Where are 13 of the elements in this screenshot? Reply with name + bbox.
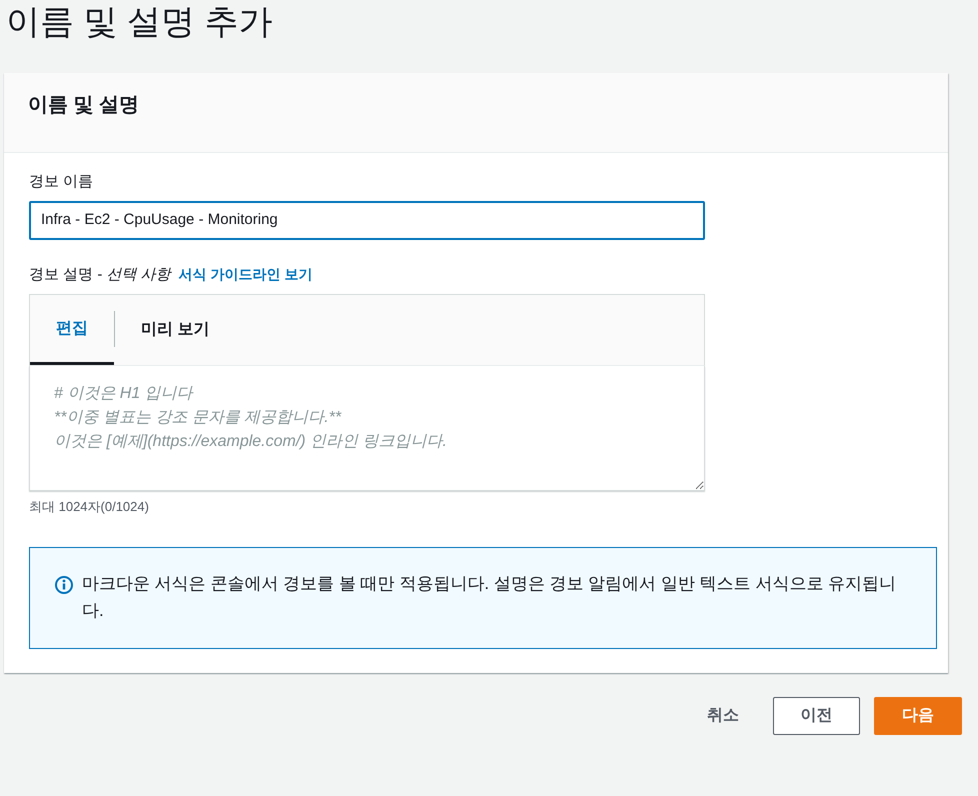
- info-message: 마크다운 서식은 콘솔에서 경보를 볼 때만 적용됩니다. 설명은 경보 알림에서 일반 텍스트 서식으로 유지됩니다.: [82, 572, 898, 622]
- page-title: 이름 및 설명 추가: [5, 2, 274, 43]
- formatting-guide-link[interactable]: 서식 가이드라인 보기: [178, 264, 312, 285]
- editor-tab[interactable]: 미리 보기: [115, 295, 236, 366]
- panel-title: 이름 및 설명: [28, 92, 140, 117]
- alarm-name-field[interactable]: Infra - Ec2 - CpuUsage - Monitoring: [29, 201, 705, 240]
- info-icon: [54, 574, 74, 595]
- field-label: 경보 설명 - 선택 사항: [29, 264, 171, 285]
- cancel-button[interactable]: 취소: [687, 697, 759, 736]
- field-label: 경보 이름: [29, 172, 94, 192]
- previous-button[interactable]: 이전: [773, 697, 860, 736]
- character-limit-hint: 최대 1024자(0/1024): [29, 498, 150, 516]
- description-field[interactable]: # 이것은 H1 입니다 **이중 별표는 강조 문자를 제공합니다.** 이것은 [예제](https://example.com/) 인라인 링크입니다.: [29, 366, 705, 492]
